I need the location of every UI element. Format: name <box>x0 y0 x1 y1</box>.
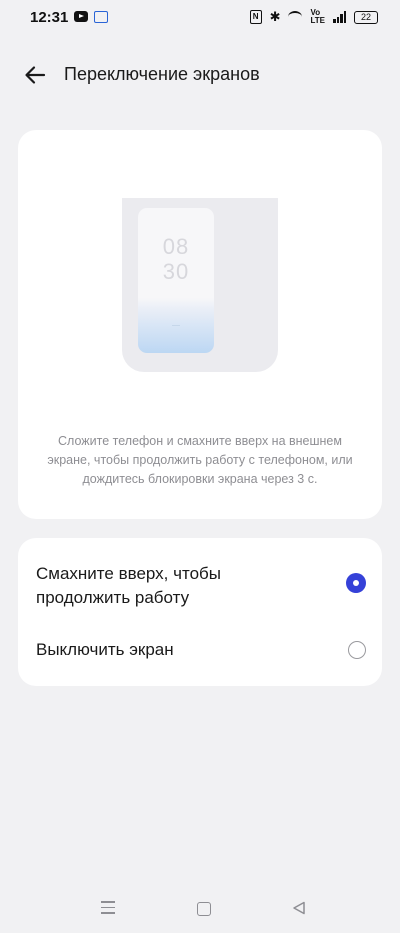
home-icon[interactable] <box>197 902 211 916</box>
option-label: Выключить экран <box>36 640 174 659</box>
swipe-indicator <box>172 325 180 326</box>
battery-icon: 22 <box>354 10 378 24</box>
radio-selected[interactable] <box>346 573 366 593</box>
wifi-icon <box>288 11 303 23</box>
recent-apps-icon[interactable] <box>101 901 115 914</box>
volte-icon: Vo LTE <box>310 8 325 25</box>
nfc-icon: N <box>249 10 262 24</box>
option-swipe-up[interactable]: Смахните вверх, чтобы продолжить работу <box>36 562 366 610</box>
clock-hour: 08 <box>162 234 190 259</box>
option-label: Смахните вверх, чтобы продолжить работу <box>36 564 221 607</box>
outer-screen-illustration: 08 30 <box>138 208 214 353</box>
status-indicators: N ✱ Vo LTE 22 <box>249 8 378 25</box>
option-turn-off-screen[interactable]: Выключить экран <box>36 638 366 662</box>
system-nav-bar <box>0 893 400 923</box>
illustration-card: 08 30 Сложите телефон и смахните вверх н… <box>18 130 382 519</box>
radio-unselected[interactable] <box>348 641 366 659</box>
status-time: 12:31 <box>30 9 69 26</box>
back-arrow-icon[interactable] <box>22 62 48 88</box>
status-bar: 12:31 N ✱ Vo LTE 22 <box>0 0 400 36</box>
screen-cast-icon <box>94 11 108 23</box>
options-card: Смахните вверх, чтобы продолжить работу … <box>18 538 382 686</box>
signal-icon <box>333 11 346 23</box>
description-text: Сложите телефон и смахните вверх на внеш… <box>47 434 353 486</box>
youtube-icon <box>74 11 88 22</box>
app-header: Переключение экранов <box>0 52 400 98</box>
notification-icons <box>74 11 108 23</box>
nav-back-icon[interactable] <box>292 901 306 915</box>
clock-minute: 30 <box>162 259 190 284</box>
illustration-clock: 08 30 <box>138 234 214 284</box>
bluetooth-icon: ✱ <box>269 9 281 24</box>
page-title: Переключение экранов <box>64 64 260 84</box>
